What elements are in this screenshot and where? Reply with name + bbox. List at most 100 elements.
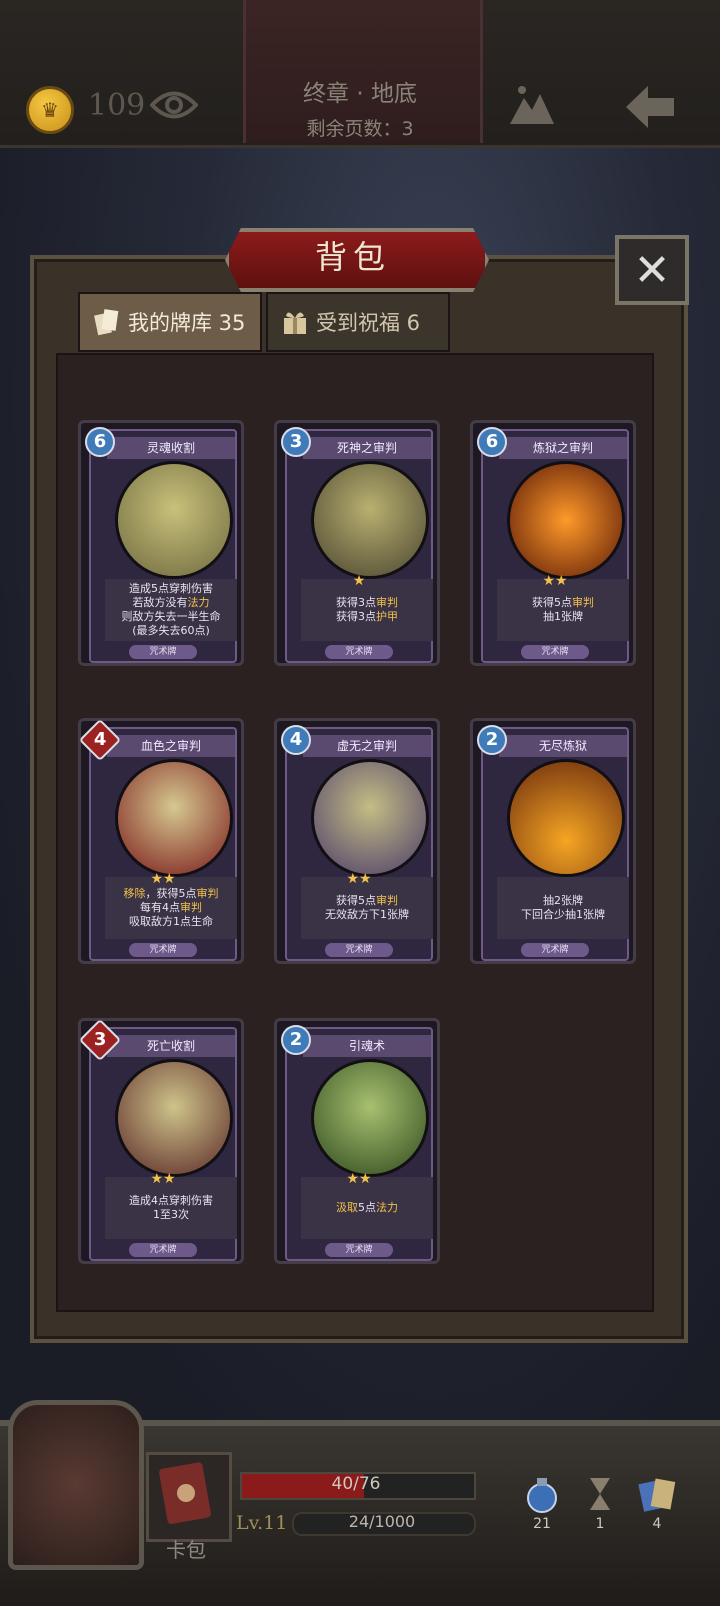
panel-title: 背包 [314, 238, 391, 276]
player-level: Lv.11 [236, 1512, 288, 1534]
card-name: 无尽炼狱 [499, 735, 627, 757]
card-description-line: 每有4点审判 [140, 901, 202, 914]
card-cost: 2 [477, 725, 507, 755]
card-stars: ★★ [542, 573, 568, 589]
deck-button[interactable] [146, 1452, 232, 1542]
card-stars: ★ [352, 573, 366, 589]
back-arrow-icon[interactable] [622, 82, 678, 132]
card-description-line: 造成5点穿刺伤害 [129, 582, 213, 595]
tab-label: 我的牌库 35 [128, 311, 246, 335]
card-stars: ★★ [346, 1171, 372, 1187]
card-description: 抽2张牌 下回合少抽1张牌 [497, 877, 629, 939]
card-artwork [507, 461, 625, 579]
card-frame: 死亡收割 造成4点穿刺伤害 1至3次 ★★ 咒术牌 [89, 1027, 237, 1261]
card-name: 死神之审判 [303, 437, 431, 459]
card-frame: 引魂术汲取5点法力 ★★ 咒术牌 [285, 1027, 433, 1261]
card-cost: 3 [281, 427, 311, 457]
card-artwork [115, 1059, 233, 1177]
tab-label: 受到祝福 6 [316, 311, 421, 335]
card-cost-value: 2 [289, 1029, 303, 1050]
card-type: 咒术牌 [325, 943, 393, 957]
card-name: 引魂术 [303, 1035, 431, 1057]
card-type: 咒术牌 [521, 645, 589, 659]
gold-count: 109 [88, 88, 146, 123]
card-type: 咒术牌 [521, 943, 589, 957]
card-name: 虚无之审判 [303, 735, 431, 757]
card-artwork [507, 759, 625, 877]
card-description-line: (最多失去60点) [132, 624, 210, 637]
card-description-line: 抽1张牌 [543, 610, 583, 623]
potion-count: 21 [533, 1516, 551, 1532]
card[interactable]: 死神之审判获得3点审判 获得3点护甲 ★ 咒术牌 3 [274, 420, 440, 666]
card-cost-value: 6 [485, 431, 499, 452]
map-icon[interactable] [508, 84, 556, 128]
card-description-line: 无效敌方下1张牌 [325, 908, 409, 921]
card-frame: 虚无之审判获得5点审判 无效敌方下1张牌 ★★ 咒术牌 [285, 727, 433, 961]
card-cost-value: 4 [289, 729, 303, 750]
card-stack-icon [94, 309, 119, 336]
card-cost-value: 4 [93, 729, 107, 750]
card-cost: 6 [85, 427, 115, 457]
card-artwork [115, 461, 233, 579]
eye-icon[interactable] [150, 86, 198, 124]
card-description-line: 获得5点审判 [532, 596, 594, 609]
xp-text: 24/1000 [348, 1512, 416, 1531]
card-cost-value: 6 [93, 431, 107, 452]
card[interactable]: 炼狱之审判获得5点审判 抽1张牌 ★★ 咒术牌 6 [470, 420, 636, 666]
card-frame: 灵魂收割造成5点穿刺伤害 若敌方没有法力 则敌方失去一半生命 (最多失去60点) 咒术牌 [89, 429, 237, 663]
card-description-line: 获得3点护甲 [336, 610, 398, 623]
card-artwork [311, 461, 429, 579]
card[interactable]: 灵魂收割造成5点穿刺伤害 若敌方没有法力 则敌方失去一半生命 (最多失去60点) 咒术牌… [78, 420, 244, 666]
chapter-title: 终章 · 地底 [303, 81, 417, 107]
tab-my-deck[interactable]: 我的牌库 35 [78, 292, 262, 352]
pages-remaining: 剩余页数：3 [306, 118, 414, 140]
card-name: 炼狱之审判 [499, 437, 627, 459]
card-name: 血色之审判 [107, 735, 235, 757]
card-type: 咒术牌 [129, 1243, 197, 1257]
card[interactable]: 无尽炼狱 抽2张牌 下回合少抽1张牌 咒术牌 2 [470, 718, 636, 964]
card-cost-value: 3 [93, 1029, 107, 1050]
card-description-line: 则敌方失去一半生命 [121, 610, 221, 623]
card-frame: 无尽炼狱 抽2张牌 下回合少抽1张牌 咒术牌 [481, 727, 629, 961]
gift-icon [284, 312, 306, 334]
card-type: 咒术牌 [129, 943, 197, 957]
card-type: 咒术牌 [325, 645, 393, 659]
card[interactable]: 死亡收割 造成4点穿刺伤害 1至3次 ★★ 咒术牌 3 [78, 1018, 244, 1264]
card-description-line: 下回合少抽1张牌 [521, 908, 605, 921]
card-frame: 死神之审判获得3点审判 获得3点护甲 ★ 咒术牌 [285, 429, 433, 663]
potion-icon[interactable] [522, 1474, 562, 1514]
card-artwork [115, 759, 233, 877]
close-button[interactable]: ✕ [615, 235, 689, 305]
tab-blessings[interactable]: 受到祝福 6 [266, 292, 450, 352]
card-frame: 炼狱之审判获得5点审判 抽1张牌 ★★ 咒术牌 [481, 429, 629, 663]
card-cost-value: 2 [485, 729, 499, 750]
card[interactable]: 引魂术汲取5点法力 ★★ 咒术牌 2 [274, 1018, 440, 1264]
card-stars: ★★ [150, 1171, 176, 1187]
card-description-line: 获得5点审判 [336, 894, 398, 907]
card-frame: 血色之审判 移除，获得5点审判 每有4点审判 吸取敌方1点生命 ★★ 咒术牌 [89, 727, 237, 961]
card-type: 咒术牌 [325, 1243, 393, 1257]
card-description: 造成5点穿刺伤害 若敌方没有法力 则敌方失去一半生命 (最多失去60点) [105, 579, 237, 641]
card-stars: ★★ [346, 871, 372, 887]
card-name: 死亡收割 [107, 1035, 235, 1057]
card-artwork [311, 759, 429, 877]
card[interactable]: 血色之审判 移除，获得5点审判 每有4点审判 吸取敌方1点生命 ★★ 咒术牌 4 [78, 718, 244, 964]
card-description-line: 获得3点审判 [336, 596, 398, 609]
card-artwork [311, 1059, 429, 1177]
hp-text: 40/76 [331, 1474, 381, 1494]
card[interactable]: 虚无之审判获得5点审判 无效敌方下1张牌 ★★ 咒术牌 4 [274, 718, 440, 964]
card-description-line: 汲取5点法力 [336, 1201, 398, 1214]
card-name: 灵魂收割 [107, 437, 235, 459]
hourglass-icon[interactable] [580, 1474, 620, 1514]
card-description-line: 抽2张牌 [543, 894, 583, 907]
hero-portrait[interactable] [8, 1400, 144, 1570]
card-type: 咒术牌 [129, 645, 197, 659]
hourglass-count: 1 [595, 1516, 605, 1532]
deck-label: 卡包 [166, 1538, 206, 1562]
cards-icon[interactable] [637, 1474, 677, 1514]
card-description-line: 若敌方没有法力 [132, 596, 210, 609]
card-cost: 4 [281, 725, 311, 755]
gold-coin-icon: ♛ [26, 86, 74, 134]
card-cost: 6 [477, 427, 507, 457]
cards-count: 4 [652, 1516, 662, 1532]
